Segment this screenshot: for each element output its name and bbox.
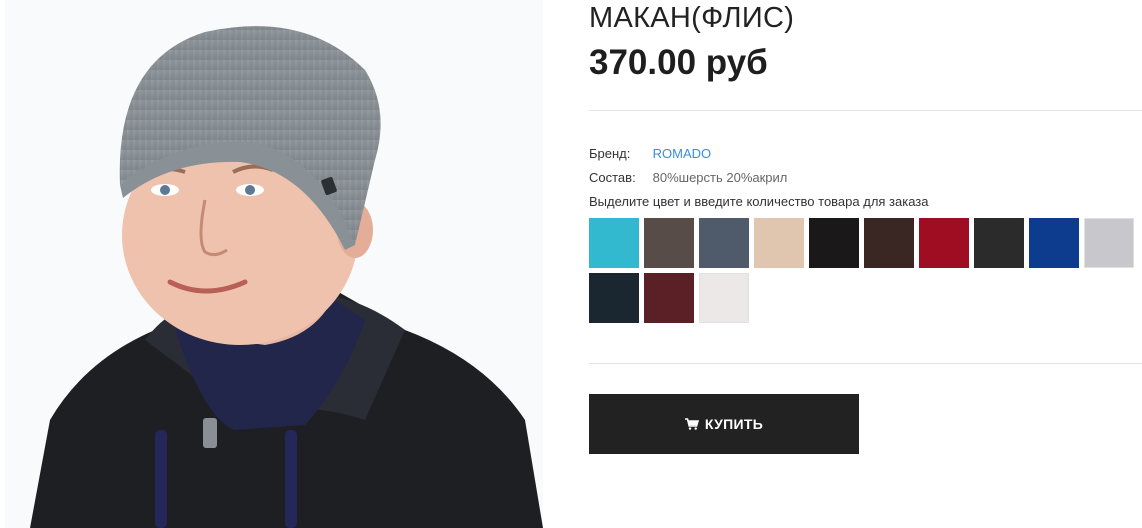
- product-price: 370.00 руб: [589, 43, 768, 82]
- buy-button-label: КУПИТЬ: [704, 416, 764, 432]
- color-swatch-black[interactable]: [809, 218, 859, 268]
- product-image[interactable]: [5, 0, 543, 528]
- color-swatch-off-white[interactable]: [699, 273, 749, 323]
- divider: [589, 110, 1142, 111]
- color-swatch-beige[interactable]: [754, 218, 804, 268]
- product-photo-illustration: [5, 0, 543, 528]
- buy-button[interactable]: КУПИТЬ: [589, 394, 859, 454]
- brand-label: Бренд:: [589, 146, 631, 161]
- product-title: МАКАН(ФЛИС): [589, 2, 795, 34]
- color-swatch-royal-blue[interactable]: [1029, 218, 1079, 268]
- color-swatch-charcoal[interactable]: [974, 218, 1024, 268]
- color-swatch-turquoise[interactable]: [589, 218, 639, 268]
- cart-icon: [684, 418, 699, 430]
- color-swatch-dark-brown[interactable]: [864, 218, 914, 268]
- composition-label: Состав:: [589, 170, 636, 185]
- color-swatch-burgundy[interactable]: [919, 218, 969, 268]
- brand-link[interactable]: ROMADO: [653, 146, 712, 161]
- color-swatch-dark-navy[interactable]: [589, 273, 639, 323]
- composition-row: Состав: 80%шерсть 20%акрил: [589, 170, 787, 185]
- divider: [589, 363, 1142, 364]
- color-swatch-light-grey[interactable]: [1084, 218, 1134, 268]
- color-swatch-maroon[interactable]: [644, 273, 694, 323]
- brand-row: Бренд: ROMADO: [589, 146, 711, 161]
- product-info: МАКАН(ФЛИС) 370.00 руб Бренд: ROMADO Сос…: [589, 0, 1142, 528]
- composition-value: 80%шерсть 20%акрил: [652, 170, 788, 185]
- color-swatch-slate-blue-grey[interactable]: [699, 218, 749, 268]
- color-prompt: Выделите цвет и введите количество товар…: [589, 194, 929, 209]
- product-page: МАКАН(ФЛИС) 370.00 руб Бренд: ROMADO Сос…: [0, 0, 1142, 528]
- color-swatch-dark-brown-grey[interactable]: [644, 218, 694, 268]
